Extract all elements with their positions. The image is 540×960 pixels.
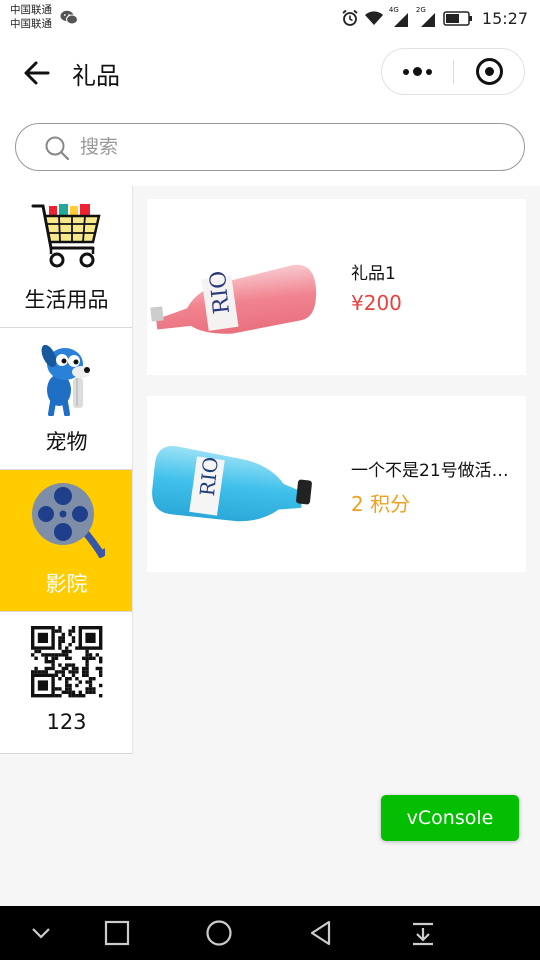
home-icon[interactable] (204, 918, 234, 948)
pink-bottle-image: RIO (150, 264, 317, 334)
alarm-icon (342, 9, 358, 26)
category-item-cinema[interactable]: 影院 (0, 470, 133, 612)
search-icon (45, 136, 70, 161)
clock: 15:27 (481, 8, 528, 28)
wifi-icon (364, 11, 383, 25)
recent-apps-icon[interactable] (102, 918, 132, 948)
signal-4g-icon: 4G (389, 6, 411, 28)
product-points: 2 积分 (351, 492, 411, 516)
shopping-cart-icon (31, 204, 101, 268)
header: 礼品 (0, 36, 540, 112)
status-bar: 中国联通 中国联通 4G 2G 15:27 (0, 0, 540, 36)
chevron-down-icon[interactable] (26, 918, 56, 948)
status-icons: 4G 2G 15:27 (341, 6, 528, 29)
category-item-daily-goods[interactable]: 生活用品 (0, 186, 133, 328)
product-card[interactable]: RIO 礼品1 ¥200 (147, 199, 526, 375)
cartoon-dog-icon (41, 344, 90, 416)
category-label: 宠物 (45, 430, 88, 454)
page-title: 礼品 (72, 62, 120, 90)
search-box[interactable] (15, 123, 525, 171)
search-input[interactable] (80, 133, 500, 161)
notification-pull-icon[interactable] (408, 918, 438, 948)
wechat-icon (60, 10, 78, 25)
back-arrow-icon[interactable] (22, 58, 52, 88)
android-nav-bar (0, 906, 540, 960)
dot-icon (426, 69, 432, 75)
category-item-123[interactable]: 123 (0, 612, 133, 754)
blue-bottle-image: RIO (152, 446, 312, 522)
category-label: 生活用品 (24, 288, 109, 312)
film-reel-icon (32, 483, 105, 558)
product-price: ¥200 (351, 291, 402, 315)
dot-icon (403, 69, 409, 75)
category-item-pets[interactable]: 宠物 (0, 328, 133, 470)
product-name: 一个不是21号做活动的东西 (351, 461, 523, 481)
mini-program-capsule (381, 48, 525, 95)
back-icon[interactable] (306, 918, 336, 948)
search-bar (0, 112, 540, 186)
product-name: 礼品1 (351, 264, 396, 284)
product-card[interactable]: RIO 一个不是21号做活动的东西 2 积分 (147, 396, 526, 572)
signal-2g-icon: 2G (416, 6, 438, 28)
close-mini-program-button[interactable] (454, 49, 525, 94)
carrier-1: 中国联通 (10, 4, 52, 16)
battery-icon (443, 10, 472, 26)
vconsole-button[interactable]: vConsole (381, 795, 519, 841)
dot-icon (413, 67, 422, 76)
category-label: 123 (46, 710, 87, 734)
carrier-info: 中国联通 中国联通 (10, 3, 52, 31)
carrier-2: 中国联通 (10, 18, 52, 30)
qr-code-icon (31, 626, 103, 698)
more-options-button[interactable] (382, 49, 453, 94)
svg-text:RIO: RIO (195, 456, 223, 498)
category-sidebar: 生活用品 宠物 影院 123 (0, 186, 133, 754)
svg-text:RIO: RIO (206, 269, 235, 315)
category-label: 影院 (45, 572, 88, 596)
target-icon (476, 58, 503, 85)
